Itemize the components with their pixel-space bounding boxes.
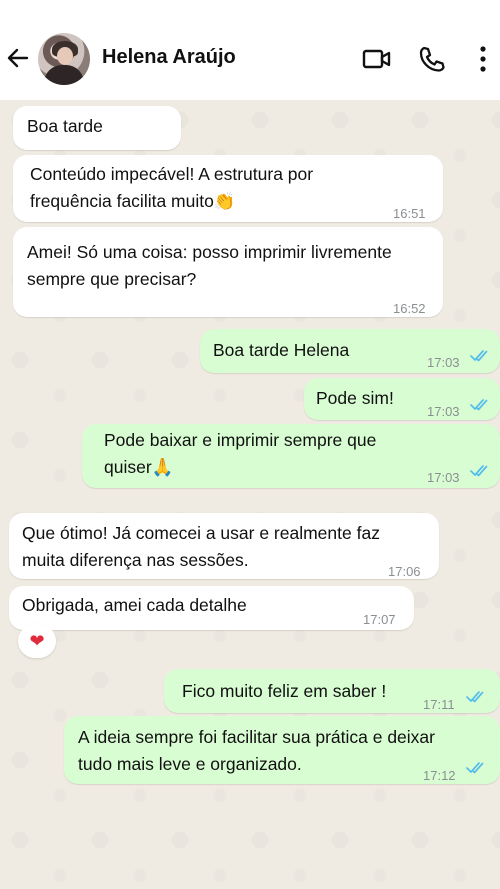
message-text: Que ótimo! Já comecei a usar e realmente… xyxy=(22,523,380,570)
message-text: Fico muito feliz em saber ! xyxy=(182,681,387,701)
message-time: 17:11 xyxy=(423,697,455,712)
message-text: A ideia sempre foi facilitar sua prática… xyxy=(78,727,435,774)
message-text: Pode baixar e imprimir sempre que quiser… xyxy=(104,430,377,477)
message-outgoing[interactable]: Fico muito feliz em saber ! 17:11 xyxy=(164,669,500,713)
message-time: 17:03 xyxy=(427,404,460,419)
phone-call-icon[interactable] xyxy=(418,45,446,73)
message-incoming[interactable]: Obrigada, amei cada detalhe 17:07 xyxy=(9,586,414,630)
message-time: 17:07 xyxy=(363,612,396,627)
message-incoming[interactable]: Boa tarde xyxy=(13,106,181,150)
message-incoming[interactable]: Que ótimo! Já comecei a usar e realmente… xyxy=(9,513,439,579)
message-incoming[interactable]: Conteúdo impecável! A estrutura por freq… xyxy=(13,155,443,222)
contact-name[interactable]: Helena Araújo xyxy=(102,46,236,69)
message-text: Obrigada, amei cada detalhe xyxy=(22,595,247,615)
message-text: Amei! Só uma coisa: posso imprimir livre… xyxy=(27,242,392,289)
read-ticks-icon xyxy=(466,691,484,703)
chat-header: Helena Araújo xyxy=(0,0,500,100)
read-ticks-icon xyxy=(466,762,484,774)
message-text: Boa tarde Helena xyxy=(213,340,350,360)
message-time: 16:51 xyxy=(393,206,426,221)
message-outgoing[interactable]: Pode baixar e imprimir sempre que quiser… xyxy=(82,424,500,488)
message-text: Conteúdo impecável! A estrutura por freq… xyxy=(30,164,314,211)
read-ticks-icon xyxy=(470,399,488,411)
message-outgoing[interactable]: Boa tarde Helena 17:03 xyxy=(200,329,500,373)
message-time: 17:12 xyxy=(423,768,456,783)
back-arrow-icon[interactable] xyxy=(6,46,30,70)
message-time: 17:03 xyxy=(427,470,460,485)
message-time: 17:03 xyxy=(427,355,460,370)
read-ticks-icon xyxy=(470,350,488,362)
message-outgoing[interactable]: Pode sim! 17:03 xyxy=(304,378,500,420)
heart-reaction-icon[interactable]: ❤ xyxy=(18,624,56,658)
video-call-icon[interactable] xyxy=(362,46,392,72)
message-incoming[interactable]: Amei! Só uma coisa: posso imprimir livre… xyxy=(13,227,443,317)
more-options-icon[interactable] xyxy=(478,44,488,74)
message-outgoing[interactable]: A ideia sempre foi facilitar sua prática… xyxy=(64,716,500,784)
avatar[interactable] xyxy=(38,33,90,85)
message-time: 17:06 xyxy=(388,564,421,579)
message-text: Boa tarde xyxy=(27,116,103,136)
message-text: Pode sim! xyxy=(316,388,394,408)
message-time: 16:52 xyxy=(393,301,426,316)
read-ticks-icon xyxy=(470,465,488,477)
